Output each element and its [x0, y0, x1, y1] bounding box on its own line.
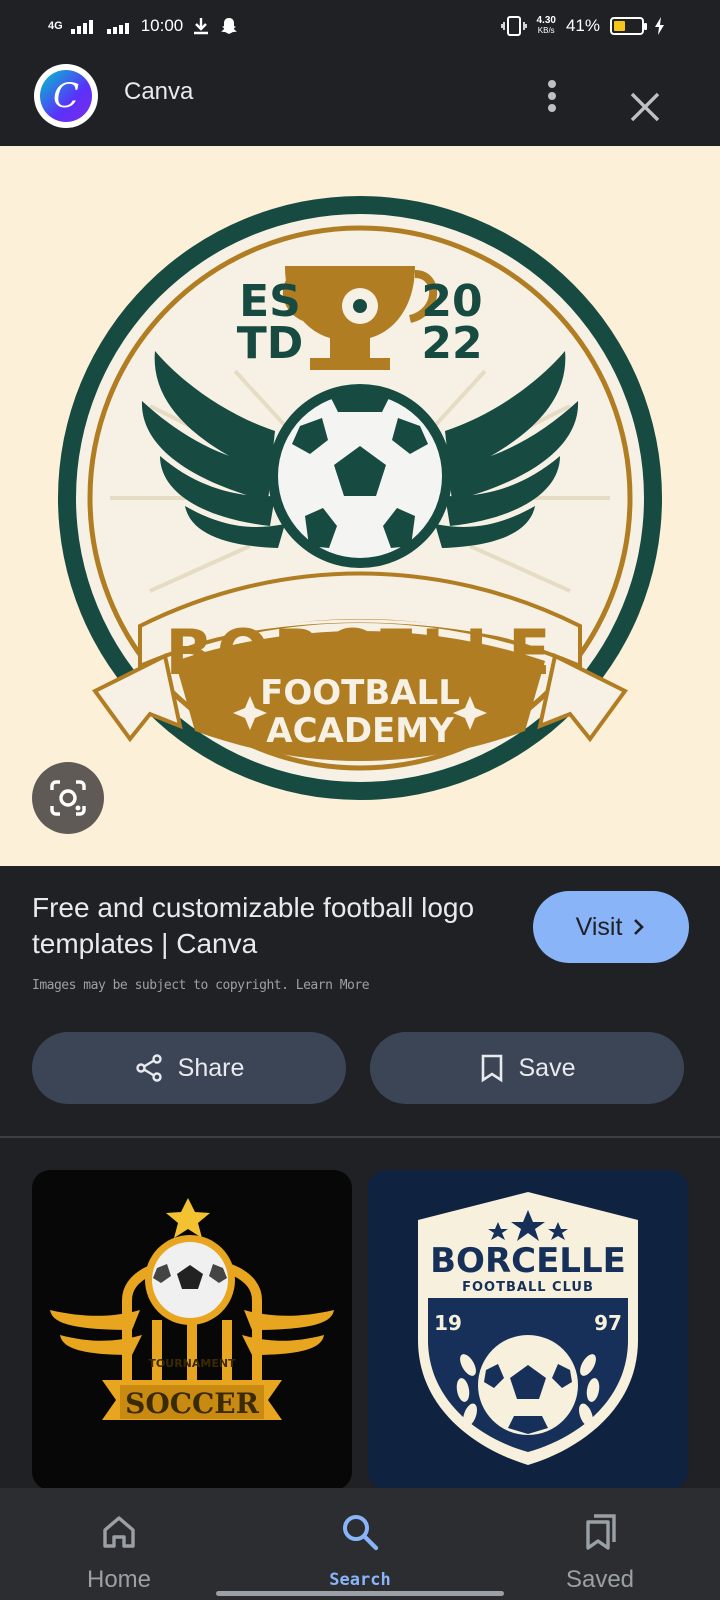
football-text: FOOTBALL [260, 673, 460, 713]
canva-logo: C [40, 70, 92, 122]
signal-icon [70, 20, 93, 34]
club-brand-text: BORCELLE [430, 1241, 626, 1281]
snapchat-icon [221, 18, 238, 34]
year-bottom-text: 22 [421, 318, 482, 369]
battery-percent: 41% [565, 16, 600, 35]
academy-text: ACADEMY [266, 711, 454, 751]
nav-saved-label: Saved [565, 1566, 635, 1593]
borcelle-academy-logo: ES TD 20 22 BORCELLE FOOTBALL ACADEMY [58, 196, 662, 800]
hero-image[interactable]: ES TD 20 22 BORCELLE FOOTBALL ACADEMY [0, 146, 720, 866]
status-time: 10:00 [140, 16, 184, 35]
net-speed: 4.30 KB/s [536, 15, 556, 36]
share-icon [135, 1054, 162, 1082]
copyright-notice[interactable]: Images may be subject to copyright. Lear… [32, 978, 370, 993]
vibrate-icon [500, 16, 527, 36]
related-image-1[interactable]: TOURNAMENT SOCCER [32, 1170, 352, 1490]
close-icon[interactable] [628, 90, 662, 124]
club-sub-text: FOOTBALL CLUB [462, 1280, 594, 1295]
gesture-bar[interactable] [216, 1591, 504, 1596]
related-image-2[interactable]: BORCELLE FOOTBALL CLUB 19 97 [368, 1170, 688, 1490]
nav-search[interactable]: Search [260, 1488, 460, 1600]
nav-search-label: Search [329, 1570, 391, 1590]
visit-button[interactable]: Visit [533, 891, 689, 963]
save-label: Save [518, 1053, 576, 1082]
saved-icon [586, 1514, 616, 1550]
visit-label: Visit [575, 912, 623, 941]
battery-fill [614, 21, 625, 31]
google-lens-button[interactable] [32, 762, 104, 834]
network-type: 4G [48, 19, 63, 32]
estd-text-2: TD [237, 318, 304, 369]
app-title: Canva [124, 78, 194, 105]
tournament-text: TOURNAMENT [148, 1357, 236, 1370]
nav-home-label: Home [86, 1566, 152, 1593]
share-label: Share [177, 1053, 245, 1082]
nav-saved[interactable]: Saved [500, 1488, 700, 1600]
home-icon [103, 1516, 135, 1548]
result-title[interactable]: Free and customizable football logo temp… [32, 890, 482, 962]
bottom-navigation: Home Search Saved [0, 1488, 720, 1600]
download-icon [194, 18, 209, 35]
signal-icon-2 [106, 23, 129, 34]
charging-icon [655, 17, 664, 35]
save-button[interactable]: Save [370, 1032, 684, 1104]
app-header [0, 58, 720, 146]
soccer-ball [268, 384, 452, 568]
search-icon [343, 1515, 379, 1551]
club-year-left: 19 [434, 1311, 462, 1335]
nav-home[interactable]: Home [19, 1488, 219, 1600]
lens-icon [50, 780, 86, 816]
borcelle-club-logo: BORCELLE FOOTBALL CLUB 19 97 [418, 1192, 638, 1465]
canva-app-icon[interactable]: C [34, 64, 98, 128]
chevron-right-icon [634, 919, 645, 935]
soccer-tournament-logo: TOURNAMENT SOCCER [50, 1198, 334, 1420]
divider [0, 1136, 720, 1138]
soccer-text: SOCCER [125, 1387, 260, 1420]
battery-icon [610, 17, 647, 35]
status-bar: 4G 10:00 4.30 KB/s 41% [0, 0, 720, 58]
bookmark-icon [481, 1054, 502, 1083]
club-year-right: 97 [594, 1311, 622, 1335]
share-button[interactable]: Share [32, 1032, 346, 1104]
more-options-icon[interactable] [540, 78, 564, 114]
